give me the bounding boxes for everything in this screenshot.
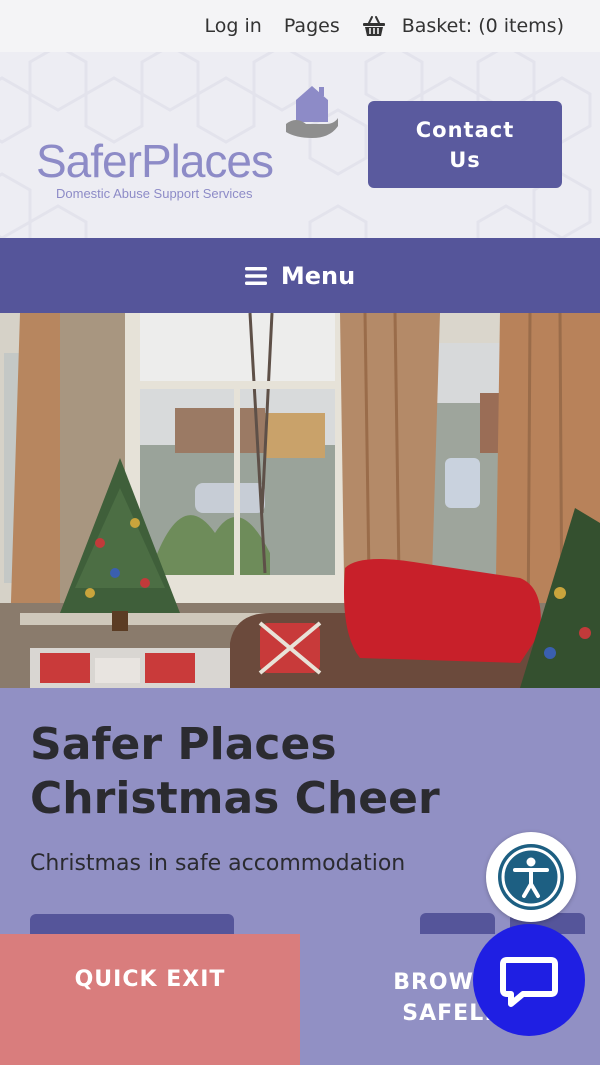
quick-exit-button[interactable]: QUICK EXIT [0,934,300,1065]
pages-link[interactable]: Pages [284,15,340,37]
top-utility-bar: Log in Pages Basket: (0 items) [0,0,600,52]
christmas-room-illustration [0,313,600,688]
quick-exit-label: QUICK EXIT [74,967,226,992]
hero-image [0,313,600,688]
basket-label: Basket: (0 items) [401,15,564,37]
hero-subtitle: Christmas in safe accommodation [30,851,406,876]
chat-icon [500,957,558,1007]
contact-line-1: Contact [415,117,515,142]
basket-link[interactable]: Basket: (0 items) [362,15,564,37]
hamburger-icon [244,266,267,285]
basket-icon [362,16,385,36]
logo-wordmark: SaferPlaces [36,135,274,187]
accessibility-button[interactable] [486,832,576,922]
contact-line-2: Us [449,147,481,172]
live-chat-button[interactable] [473,924,585,1036]
saferplaces-logo[interactable]: SaferPlaces Domestic Abuse Support Servi… [36,82,338,232]
hero-title: Safer Places Christmas Cheer [30,719,440,824]
site-header: SaferPlaces Domestic Abuse Support Servi… [0,52,600,238]
login-link[interactable]: Log in [205,15,262,37]
menu-toggle[interactable]: Menu [0,238,600,313]
logo-tagline: Domestic Abuse Support Services [56,186,253,201]
accessibility-icon [498,844,564,910]
contact-us-button[interactable]: Contact Us [368,101,562,188]
house-in-hand-icon [286,86,338,138]
menu-label: Menu [280,261,356,290]
